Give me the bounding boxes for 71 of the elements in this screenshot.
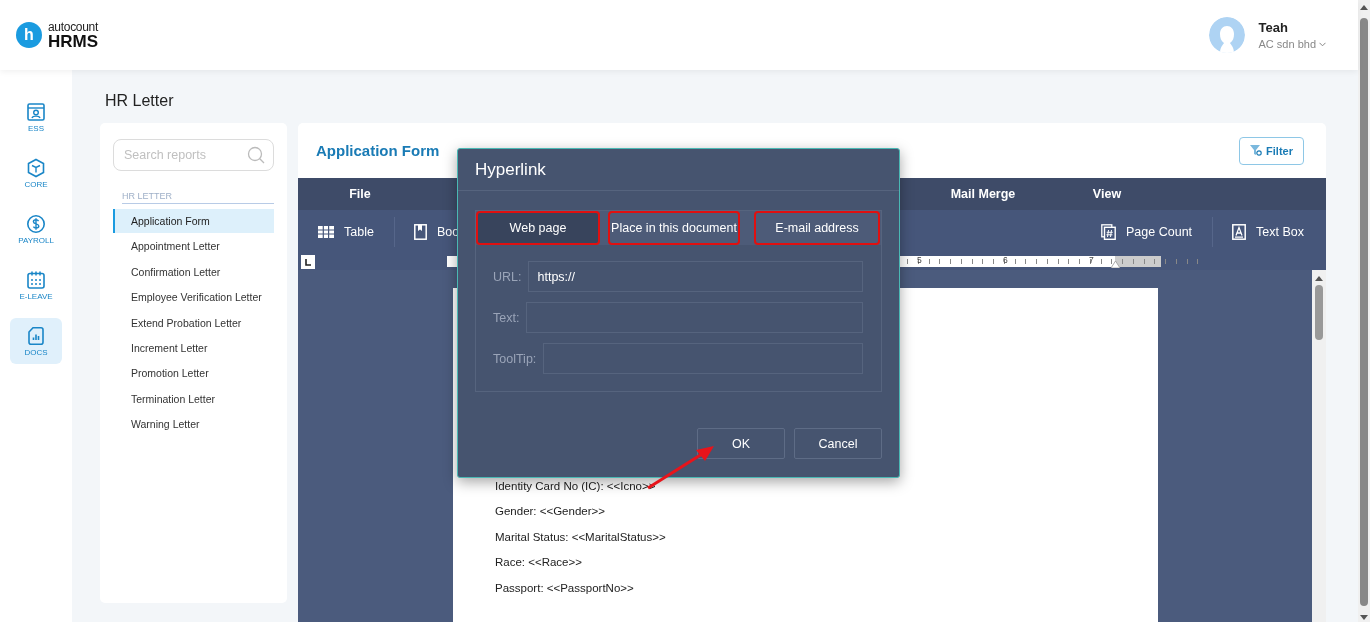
table-icon bbox=[318, 225, 334, 238]
document-chart-icon bbox=[26, 325, 46, 346]
logo-mark: h bbox=[16, 22, 42, 48]
report-item[interactable]: Extend Probation Letter bbox=[113, 310, 274, 335]
ruler-number: 7 bbox=[1089, 255, 1094, 266]
search-icon[interactable] bbox=[247, 146, 265, 164]
nav-item[interactable]: ESS bbox=[10, 94, 62, 140]
scrollbar[interactable] bbox=[1358, 0, 1370, 622]
search-field[interactable]: Search reports bbox=[113, 139, 274, 171]
calendar-icon bbox=[26, 269, 46, 290]
page-title: HR Letter bbox=[105, 92, 175, 110]
dialog-title: Hyperlink bbox=[475, 159, 546, 180]
document-line: Race: <<Race>> bbox=[495, 555, 583, 571]
nav-item[interactable]: DOCS bbox=[10, 318, 62, 364]
scrollbar-thumb[interactable] bbox=[1360, 18, 1368, 606]
avatar-icon[interactable] bbox=[1208, 17, 1245, 53]
scroll-up-icon[interactable] bbox=[1315, 276, 1323, 281]
nav-item[interactable]: PAYROLL bbox=[10, 206, 62, 252]
report-item[interactable]: Promotion Letter bbox=[113, 361, 274, 386]
cube-icon bbox=[26, 157, 46, 178]
input-field[interactable]: https:// bbox=[528, 261, 863, 292]
nav-item[interactable]: CORE bbox=[10, 150, 62, 196]
report-item[interactable]: Termination Letter bbox=[113, 386, 274, 411]
dollar-icon bbox=[26, 213, 46, 234]
user-name: Teah bbox=[1258, 20, 1289, 35]
ruler-margin bbox=[1115, 256, 1161, 267]
tab-stop-icon[interactable] bbox=[301, 254, 315, 269]
chevron-down-icon[interactable] bbox=[1319, 41, 1326, 47]
dialog-button[interactable]: OK bbox=[697, 428, 785, 459]
ruler-number: 6 bbox=[1003, 255, 1008, 266]
report-item[interactable]: Increment Letter bbox=[113, 335, 274, 360]
dialog-tab[interactable]: Place in this document bbox=[608, 211, 740, 245]
document-line: Passport: <<PassportNo>> bbox=[495, 580, 635, 596]
scrollbar[interactable] bbox=[1312, 270, 1326, 622]
id-card-icon bbox=[26, 101, 46, 122]
scroll-up-icon[interactable] bbox=[1360, 5, 1368, 10]
indent-marker-icon[interactable] bbox=[1111, 261, 1120, 268]
page-number-icon bbox=[1101, 223, 1117, 240]
logo-text: HRMS bbox=[48, 32, 99, 50]
document-line: Gender: <<Gender>> bbox=[495, 504, 606, 520]
report-item[interactable]: Confirmation Letter bbox=[113, 259, 274, 284]
document-line: Identity Card No (IC): <<Icno>> bbox=[495, 479, 657, 494]
ruler-number: 5 bbox=[917, 255, 922, 266]
scroll-down-icon[interactable] bbox=[1360, 615, 1368, 620]
report-item[interactable]: Warning Letter bbox=[113, 412, 274, 437]
toolbar-button[interactable]: Table bbox=[318, 224, 374, 239]
document-line: Marital Status: <<MaritalStatus>> bbox=[495, 529, 667, 545]
report-item[interactable]: Appointment Letter bbox=[113, 234, 274, 259]
ribbon-tab[interactable]: Mail Merge bbox=[921, 178, 1045, 210]
company-name[interactable]: AC sdn bhd bbox=[1258, 38, 1316, 50]
toolbar-button[interactable]: Text Box bbox=[1232, 223, 1304, 240]
field-label: Text: bbox=[493, 310, 520, 325]
report-item[interactable]: Application Form bbox=[113, 209, 274, 233]
form-title: Application Form bbox=[316, 142, 440, 159]
toolbar-button[interactable]: Page Count bbox=[1101, 223, 1193, 240]
section-heading: HR LETTER bbox=[122, 191, 274, 204]
ribbon-tab[interactable]: File bbox=[298, 178, 422, 210]
logo-text: autocount bbox=[48, 20, 99, 33]
field-label: URL: bbox=[493, 269, 522, 284]
report-item[interactable]: Employee Verification Letter bbox=[113, 285, 274, 310]
scrollbar-thumb[interactable] bbox=[1315, 285, 1323, 340]
dialog-button[interactable]: Cancel bbox=[794, 428, 882, 459]
filter-icon bbox=[1250, 145, 1263, 156]
ribbon-tab[interactable]: View bbox=[1045, 178, 1169, 210]
field-label: ToolTip: bbox=[493, 351, 537, 366]
dialog-tab[interactable]: Web page bbox=[476, 211, 600, 245]
text-box-icon bbox=[1232, 223, 1247, 240]
dialog-tab[interactable]: E-mail address bbox=[754, 211, 880, 245]
nav-item[interactable]: E-LEAVE bbox=[10, 262, 62, 308]
bookmark-icon bbox=[413, 223, 427, 240]
filter-button[interactable]: Filter bbox=[1239, 136, 1304, 165]
